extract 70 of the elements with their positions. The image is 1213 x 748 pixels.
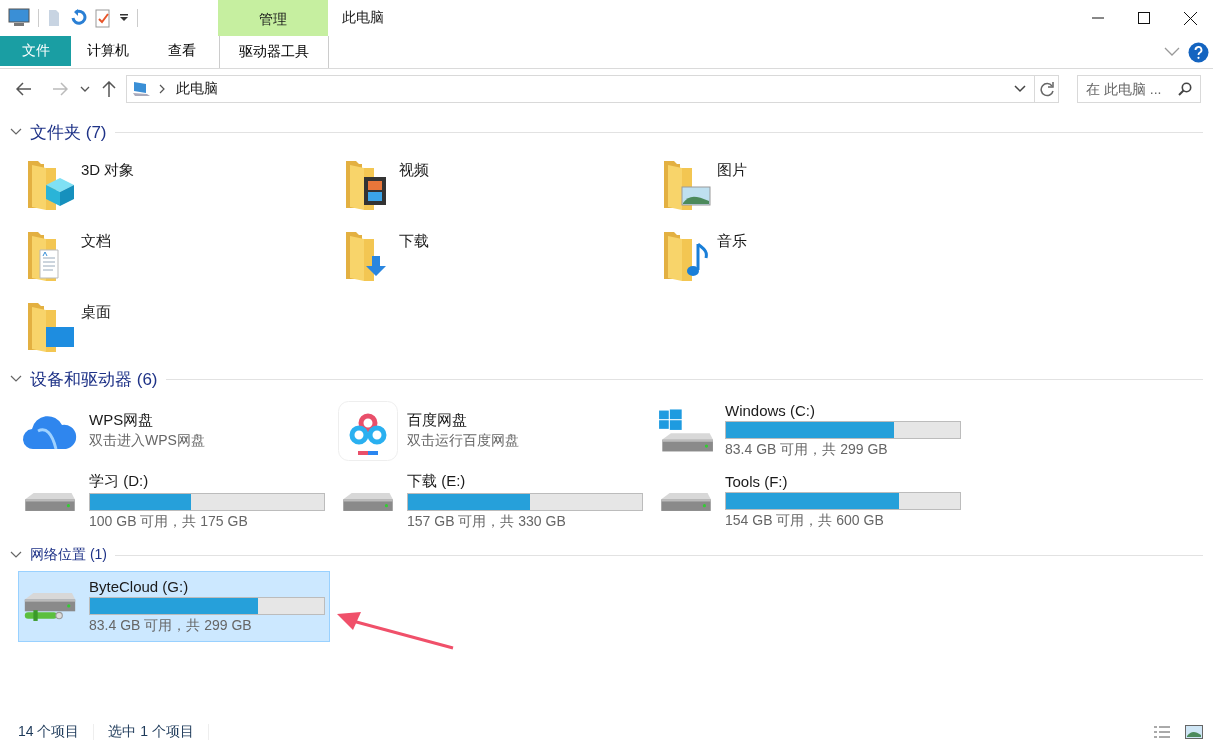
expand-ribbon-icon[interactable]	[1164, 47, 1180, 57]
drive-item[interactable]: Windows (C:) 83.4 GB 可用，共 299 GB	[654, 395, 966, 466]
item-name: 百度网盘	[407, 411, 468, 430]
item-name: 下载 (E:)	[407, 472, 467, 491]
drive-item[interactable]: 下载 (E:) 157 GB 可用，共 330 GB	[336, 466, 648, 537]
checklist-icon[interactable]	[95, 8, 111, 28]
hard-drive-icon	[340, 491, 396, 512]
app-item[interactable]: 百度网盘 双击运行百度网盘	[336, 395, 648, 466]
item-name: ByteCloud (G:)	[89, 578, 190, 595]
search-field[interactable]: 在 此电脑 ...	[1077, 75, 1201, 103]
item-name: Windows (C:)	[725, 402, 816, 419]
item-name: Tools (F:)	[725, 473, 789, 490]
item-description: 双击进入WPS网盘	[89, 432, 205, 450]
storage-reading: 83.4 GB 可用，共 299 GB	[725, 441, 889, 459]
storage-reading: 100 GB 可用，共 175 GB	[89, 513, 249, 531]
folder-item[interactable]: 3D 对象	[18, 148, 330, 219]
item-name: 3D 对象	[81, 161, 135, 180]
item-name: 下载	[399, 232, 429, 251]
chevron-right-icon[interactable]	[159, 84, 166, 94]
computer-icon	[131, 81, 151, 97]
section-title[interactable]: 文件夹 (7)	[30, 120, 107, 144]
item-count: 14 个项目	[18, 723, 80, 741]
item-name: 学习 (D:)	[89, 472, 150, 491]
address-bar[interactable]: 此电脑	[126, 75, 1059, 103]
folder-item[interactable]: 图片	[654, 148, 966, 219]
storage-reading: 157 GB 可用，共 330 GB	[407, 513, 567, 531]
large-icons-view-icon[interactable]	[1185, 725, 1203, 739]
item-name: 桌面	[81, 303, 111, 322]
search-icon[interactable]	[1178, 82, 1192, 96]
item-name: 文档	[81, 232, 111, 251]
hard-drive-icon	[22, 491, 78, 512]
window-title: 此电脑	[341, 8, 384, 27]
up-icon[interactable]	[102, 81, 116, 97]
item-name: WPS网盘	[89, 411, 155, 430]
help-icon[interactable]	[1188, 41, 1209, 63]
folder-item[interactable]: 文档	[18, 219, 330, 290]
drive-item[interactable]: 学习 (D:) 100 GB 可用，共 175 GB	[18, 466, 330, 537]
item-name: 音乐	[717, 232, 747, 251]
chevron-icon[interactable]	[10, 375, 22, 383]
storage-reading: 83.4 GB 可用，共 299 GB	[89, 617, 253, 635]
address-dropdown-icon[interactable]	[1014, 85, 1026, 93]
breadcrumb[interactable]: 此电脑	[176, 80, 218, 98]
folder-item[interactable]: 音乐	[654, 219, 966, 290]
network-drive-icon	[22, 591, 78, 622]
refresh-icon[interactable]	[1038, 81, 1055, 97]
drive-item[interactable]: Tools (F:) 154 GB 可用，共 600 GB	[654, 466, 966, 537]
folder-item[interactable]: 下载	[336, 219, 648, 290]
undo-icon[interactable]	[69, 9, 87, 27]
folder-item[interactable]: 视频	[336, 148, 648, 219]
item-name: 图片	[717, 161, 747, 180]
app-item[interactable]: WPS网盘 双击进入WPS网盘	[18, 395, 330, 466]
chevron-icon[interactable]	[10, 128, 22, 136]
back-icon[interactable]	[16, 82, 32, 96]
item-description: 双击运行百度网盘	[407, 432, 519, 450]
chevron-icon[interactable]	[10, 551, 22, 559]
context-tab-group: 管理	[218, 0, 328, 36]
section-title[interactable]: 网络位置 (1)	[30, 546, 107, 564]
item-name: 视频	[399, 161, 429, 180]
close-icon[interactable]	[1183, 11, 1197, 25]
storage-reading: 154 GB 可用，共 600 GB	[725, 512, 885, 530]
hard-drive-icon	[658, 491, 714, 512]
dropdown-icon[interactable]	[119, 13, 129, 23]
drive-item[interactable]: ByteCloud (G:) 83.4 GB 可用，共 299 GB	[18, 571, 330, 642]
selection-count: 选中 1 个项目	[108, 723, 195, 741]
maximize-icon[interactable]	[1138, 12, 1150, 24]
section-title[interactable]: 设备和驱动器 (6)	[30, 367, 158, 391]
computer-icon	[8, 8, 30, 28]
recent-dropdown-icon[interactable]	[80, 86, 90, 92]
cloud-app-icon	[338, 400, 398, 461]
folder-item[interactable]: 桌面	[18, 290, 330, 361]
